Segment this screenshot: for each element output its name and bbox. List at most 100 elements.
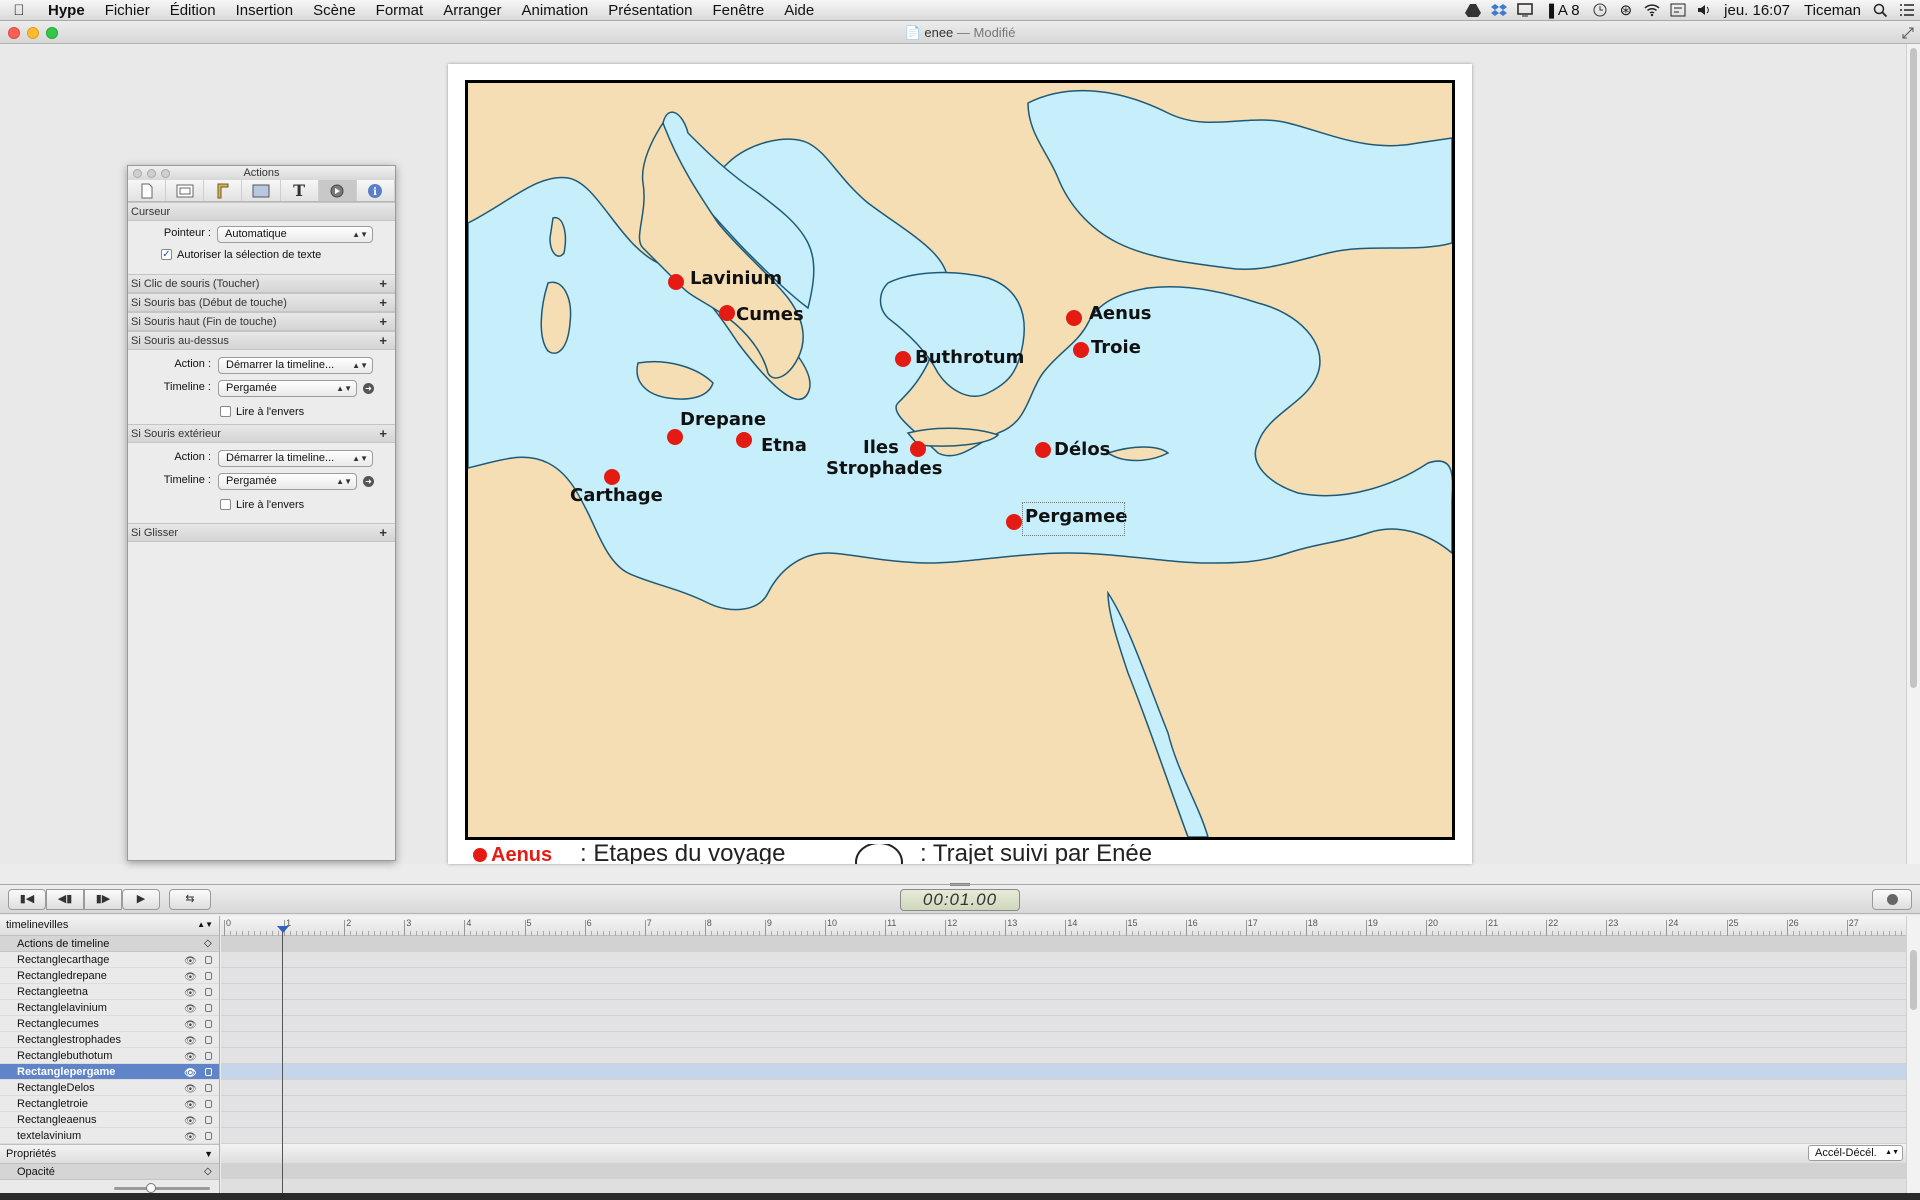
city-label-aenus[interactable]: Aenus	[1089, 303, 1151, 324]
out-timeline-go-icon[interactable]: ➜	[363, 476, 374, 487]
timeline-tracks[interactable]: 0 1 2 3 4 5 6 7 8 9 10 11 12 13 14 15 16 17 18 19 20 21 22 23 24…	[221, 916, 1906, 1200]
add-action-mouse-over-icon[interactable]: +	[379, 332, 387, 350]
splitter-handle[interactable]	[950, 883, 970, 886]
timecode-display[interactable]: 00:01.00	[900, 889, 1020, 911]
menu-fenetre[interactable]: Fenêtre	[702, 0, 774, 21]
city-dot-etna[interactable]	[736, 432, 752, 448]
track-row[interactable]	[221, 1096, 1906, 1112]
properties-header[interactable]: Propriétés ▼	[0, 1144, 219, 1164]
tab-actions[interactable]	[318, 180, 357, 201]
city-dot-strophades[interactable]	[910, 441, 926, 457]
record-button[interactable]	[1872, 889, 1912, 910]
event-drag[interactable]: Si Glisser +	[128, 523, 395, 542]
event-click[interactable]: Si Clic de souris (Toucher) +	[128, 274, 395, 293]
timeline-actions-row[interactable]: Actions de timeline ◇	[0, 936, 219, 952]
apple-menu-icon[interactable]: 	[0, 2, 38, 19]
event-mouse-up[interactable]: Si Souris haut (Fin de touche) +	[128, 312, 395, 331]
city-dot-lavinium[interactable]	[668, 274, 684, 290]
track-row[interactable]	[221, 968, 1906, 984]
over-action-select[interactable]: Démarrer la timeline... ▲▼	[218, 357, 373, 374]
city-label-drepane[interactable]: Drepane	[680, 409, 766, 430]
menu-format[interactable]: Format	[366, 0, 434, 21]
over-timeline-select[interactable]: Pergamée ▲▼	[218, 380, 357, 397]
menu-presentation[interactable]: Présentation	[598, 0, 702, 21]
tab-element[interactable]	[242, 180, 281, 201]
tab-document[interactable]	[128, 180, 167, 201]
timeline-ruler[interactable]: 0 1 2 3 4 5 6 7 8 9 10 11 12 13 14 15 16 17 18 19 20 21 22 23 24…	[221, 916, 1906, 936]
city-dot-pergamee[interactable]	[1006, 514, 1022, 530]
selection-handles[interactable]	[1022, 502, 1125, 536]
city-label-troie[interactable]: Troie	[1091, 337, 1141, 358]
city-dot-buthrotum[interactable]	[895, 351, 911, 367]
play-button[interactable]: ▶	[122, 889, 160, 910]
layer-row[interactable]: Rectangleaenus 👁	[0, 1112, 219, 1128]
over-reverse-checkbox[interactable]	[220, 406, 231, 417]
volume-icon[interactable]	[1696, 3, 1712, 17]
inspector-zoom-button[interactable]	[161, 169, 170, 178]
lock-icon[interactable]	[205, 1132, 212, 1140]
lock-icon[interactable]	[205, 1100, 212, 1108]
canvas-vertical-scrollbar[interactable]	[1906, 44, 1920, 864]
next-frame-button[interactable]: ▮▶	[84, 889, 122, 910]
time-machine-icon[interactable]	[1592, 3, 1608, 17]
event-mouse-down[interactable]: Si Souris bas (Début de touche) +	[128, 293, 395, 312]
menu-aide[interactable]: Aide	[774, 0, 824, 21]
lock-icon[interactable]	[205, 1116, 212, 1124]
easing-select[interactable]: Accél-Décél. ▲▼	[1808, 1145, 1903, 1161]
add-keyframe-icon[interactable]: ◇	[204, 936, 212, 952]
city-dot-cumes[interactable]	[719, 305, 735, 321]
timeline-vertical-scrollbar[interactable]	[1906, 916, 1920, 1200]
layer-row[interactable]: Rectangledrepane 👁	[0, 968, 219, 984]
clock[interactable]: jeu. 16:07	[1717, 0, 1797, 21]
tab-metrics[interactable]	[204, 180, 243, 201]
city-label-iles[interactable]: Iles	[863, 437, 899, 458]
track-row[interactable]	[221, 952, 1906, 968]
lock-icon[interactable]	[205, 1068, 212, 1076]
menu-arranger[interactable]: Arranger	[433, 0, 511, 21]
add-action-drag-icon[interactable]: +	[379, 524, 387, 542]
city-dot-troie[interactable]	[1073, 342, 1089, 358]
allow-text-selection-checkbox[interactable]: ✓	[161, 249, 172, 260]
tab-scene[interactable]	[166, 180, 205, 201]
track-row[interactable]	[221, 1032, 1906, 1048]
timeline-selector[interactable]: timelinevilles ▲▼	[0, 916, 219, 936]
menu-insertion[interactable]: Insertion	[226, 0, 304, 21]
lock-icon[interactable]	[205, 956, 212, 964]
playhead[interactable]	[282, 930, 283, 1200]
menu-fichier[interactable]: Fichier	[95, 0, 160, 21]
layer-row[interactable]: Rectanglecumes 👁	[0, 1016, 219, 1032]
track-row-selected[interactable]	[221, 1064, 1906, 1080]
mediterranean-map[interactable]	[465, 80, 1455, 840]
out-action-select[interactable]: Démarrer la timeline... ▲▼	[218, 450, 373, 467]
add-action-mouse-out-icon[interactable]: +	[379, 425, 387, 443]
properties-add-icon[interactable]: ▼	[204, 1145, 213, 1163]
city-dot-drepane[interactable]	[667, 429, 683, 445]
layer-row[interactable]: Rectanglelavinium 👁	[0, 1000, 219, 1016]
layer-row[interactable]: textelavinium 👁	[0, 1128, 219, 1144]
track-row[interactable]	[221, 1000, 1906, 1016]
lock-icon[interactable]	[205, 1084, 212, 1092]
add-action-mouse-down-icon[interactable]: +	[379, 294, 387, 312]
add-action-click-icon[interactable]: +	[379, 275, 387, 293]
layer-row[interactable]: Rectanglecarthage 👁	[0, 952, 219, 968]
input-menu-icon[interactable]	[1670, 3, 1686, 17]
notification-center-icon[interactable]	[1899, 3, 1915, 17]
city-label-buthrotum[interactable]: Buthrotum	[915, 347, 1024, 368]
city-label-lavinium[interactable]: Lavinium	[690, 268, 782, 289]
layer-row[interactable]: RectangleDelos 👁	[0, 1080, 219, 1096]
layer-row-selected[interactable]: Rectanglepergame 👁	[0, 1064, 219, 1080]
track-row[interactable]	[221, 1048, 1906, 1064]
tab-text[interactable]: T	[281, 180, 319, 201]
opacity-track-row[interactable]	[221, 1163, 1906, 1179]
menu-edition[interactable]: Édition	[160, 0, 226, 21]
city-dot-delos[interactable]	[1035, 442, 1051, 458]
menu-app[interactable]: Hype	[38, 0, 95, 21]
city-label-strophades[interactable]: Strophades	[826, 458, 942, 479]
loop-button[interactable]: ⇆	[169, 889, 211, 910]
track-row[interactable]	[221, 984, 1906, 1000]
tab-info[interactable]: i	[357, 180, 395, 201]
layer-row[interactable]: Rectangletroie 👁	[0, 1096, 219, 1112]
pointer-select[interactable]: Automatique ▲▼	[217, 226, 373, 243]
layer-row[interactable]: Rectangleetna 👁	[0, 984, 219, 1000]
layer-row[interactable]: Rectanglebuthotum 👁	[0, 1048, 219, 1064]
